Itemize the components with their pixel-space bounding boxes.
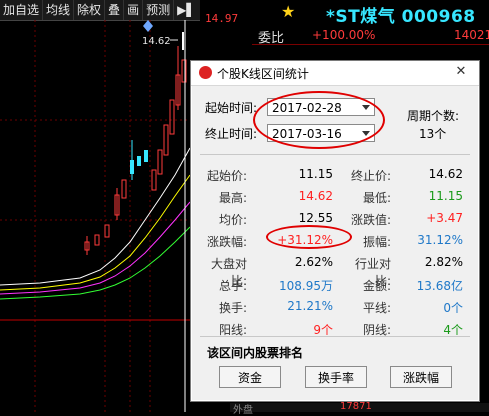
candle	[163, 124, 169, 156]
overlay-button[interactable]: 叠	[105, 0, 125, 20]
price-scale-top: 14.97	[205, 12, 239, 25]
stat-value: 11.15	[428, 189, 463, 203]
interval-stats-dialog: 个股K线区间统计 ✕ 起始时间: 2017-02-28 终止时间: 2017-0…	[190, 60, 480, 402]
add-favorite-button[interactable]: 加自选	[0, 0, 44, 20]
stock-title: *ST煤气 000968	[326, 7, 476, 27]
stat-value: 12.55	[298, 211, 333, 225]
stat-label: 涨跌幅:	[206, 235, 247, 249]
selection-marker-diamond	[143, 20, 153, 32]
period-count-value: 13个	[419, 127, 447, 141]
stat-label: 振幅:	[362, 235, 391, 249]
moving-average-button[interactable]: 均线	[43, 0, 75, 20]
start-time-label: 起始时间:	[205, 101, 258, 115]
stat-value: 0个	[443, 301, 463, 315]
dialog-title: 个股K线区间统计	[217, 67, 309, 81]
stat-value: 13.68亿	[416, 279, 463, 293]
stat-value: 31.12%	[417, 233, 463, 247]
stat-label: 平线:	[362, 301, 391, 315]
end-time-label: 终止时间:	[205, 127, 258, 141]
divider	[252, 44, 489, 45]
ranking-section-title: 该区间内股票排名	[207, 346, 304, 360]
favorite-star-icon[interactable]: ★	[281, 2, 295, 21]
forecast-button[interactable]: 预测	[143, 0, 175, 20]
candle	[151, 169, 157, 191]
app-logo-icon	[199, 66, 212, 79]
stat-label: 最低:	[362, 191, 391, 205]
stat-value: 21.21%	[287, 299, 333, 313]
stat-value: 2.82%	[424, 255, 463, 269]
candle	[121, 179, 127, 199]
candles	[84, 46, 187, 255]
stat-value: 2.62%	[294, 255, 333, 269]
candle	[104, 224, 110, 238]
stat-value: 11.15	[298, 167, 333, 181]
weibi-right-value: 14021	[454, 28, 489, 42]
stat-value: 14.62	[428, 167, 463, 181]
close-icon[interactable]: ✕	[453, 64, 469, 80]
weibi-value: +100.00%	[312, 28, 376, 42]
dialog-titlebar[interactable]: 个股K线区间统计 ✕	[191, 61, 479, 86]
stat-value: 14.62	[298, 189, 333, 203]
stat-label: 总手:	[218, 279, 247, 293]
stat-label: 均价:	[218, 213, 247, 227]
highlight-ellipse	[253, 91, 385, 149]
stat-label: 阳线:	[218, 323, 247, 337]
stat-value: +3.47	[426, 211, 463, 225]
outer-volume-label: 外盘	[233, 405, 253, 416]
candle	[94, 234, 100, 246]
ex-rights-button[interactable]: 除权	[74, 0, 106, 20]
stat-label: 换手:	[218, 301, 247, 315]
stat-value: 108.95万	[279, 279, 333, 293]
exit-icon[interactable]: ▶▌	[174, 3, 198, 17]
stat-label: 起始价:	[206, 169, 247, 183]
stat-label: 涨跌值:	[350, 213, 391, 227]
kline-chart[interactable]: 14.62	[0, 20, 200, 412]
period-count-label: 周期个数:	[407, 109, 460, 123]
stat-label: 金额:	[362, 279, 391, 293]
candle	[137, 156, 141, 166]
stat-label: 阴线:	[362, 323, 391, 337]
stat-value: 9个	[313, 323, 333, 337]
rank-by-change-button[interactable]: 涨跌幅	[390, 366, 452, 388]
divider	[200, 154, 470, 155]
candle	[157, 149, 163, 175]
rank-by-turnover-button[interactable]: 换手率	[305, 366, 367, 388]
stat-label: 最高:	[218, 191, 247, 205]
candle	[169, 99, 175, 135]
draw-button[interactable]: 画	[124, 0, 144, 20]
rank-by-funds-button[interactable]: 资金	[219, 366, 281, 388]
stat-value: +31.12%	[277, 233, 333, 247]
stat-value: 4个	[443, 323, 463, 337]
stat-label: 终止价:	[350, 169, 391, 183]
candle	[144, 150, 148, 162]
ma10-line	[0, 174, 191, 291]
max-price-label: 14.62	[142, 36, 171, 47]
outer-volume-value: 17871	[340, 401, 372, 412]
chart-toolbar: 加自选 均线 除权 叠 画 预测 ▶▌	[0, 0, 200, 21]
